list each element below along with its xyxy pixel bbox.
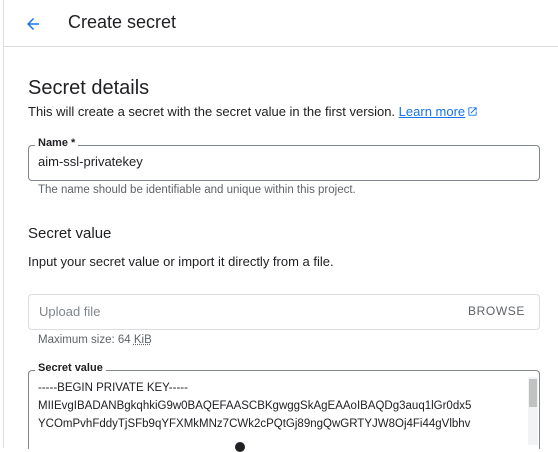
page-header: Create secret — [4, 0, 558, 47]
arrow-back-icon — [27, 18, 39, 30]
scrollbar-thumb[interactable] — [529, 379, 537, 407]
secret-value-field[interactable]: Secret value -----BEGIN PRIVATE KEY-----… — [28, 362, 540, 449]
resize-handle[interactable] — [235, 442, 245, 452]
name-hint: The name should be identifiable and uniq… — [38, 184, 356, 196]
upload-file-field[interactable]: Upload file BROWSE — [28, 294, 540, 330]
max-size-text: Maximum size: 64 — [38, 334, 134, 346]
intro-text: This will create a secret with the secre… — [28, 104, 396, 119]
max-size-unit: KiB — [133, 334, 152, 346]
secret-value-heading: Secret value — [28, 225, 112, 242]
upload-file-placeholder: Upload file — [39, 304, 101, 319]
open-in-new-icon — [468, 107, 477, 116]
name-input[interactable] — [38, 154, 518, 169]
max-size-hint: Maximum size: 64 KiB — [38, 334, 152, 346]
left-divider — [3, 0, 4, 448]
browse-button[interactable]: BROWSE — [468, 304, 525, 318]
back-button[interactable] — [20, 11, 46, 37]
secret-value-scrollbar[interactable] — [528, 377, 538, 445]
secret-details-heading: Secret details — [28, 77, 150, 99]
page-title: Create secret — [68, 12, 177, 32]
learn-more-label: Learn more — [398, 104, 466, 119]
secret-details-intro: This will create a secret with the secre… — [28, 104, 478, 119]
name-field: Name * — [28, 137, 540, 181]
name-field-label: Name * — [35, 137, 79, 149]
secret-value-description: Input your secret value or import it dir… — [28, 254, 334, 269]
secret-value-textarea[interactable]: -----BEGIN PRIVATE KEY----- MIIEvgIBADAN… — [38, 379, 518, 433]
learn-more-link[interactable]: Learn more — [399, 104, 478, 119]
secret-value-field-label: Secret value — [35, 362, 106, 374]
